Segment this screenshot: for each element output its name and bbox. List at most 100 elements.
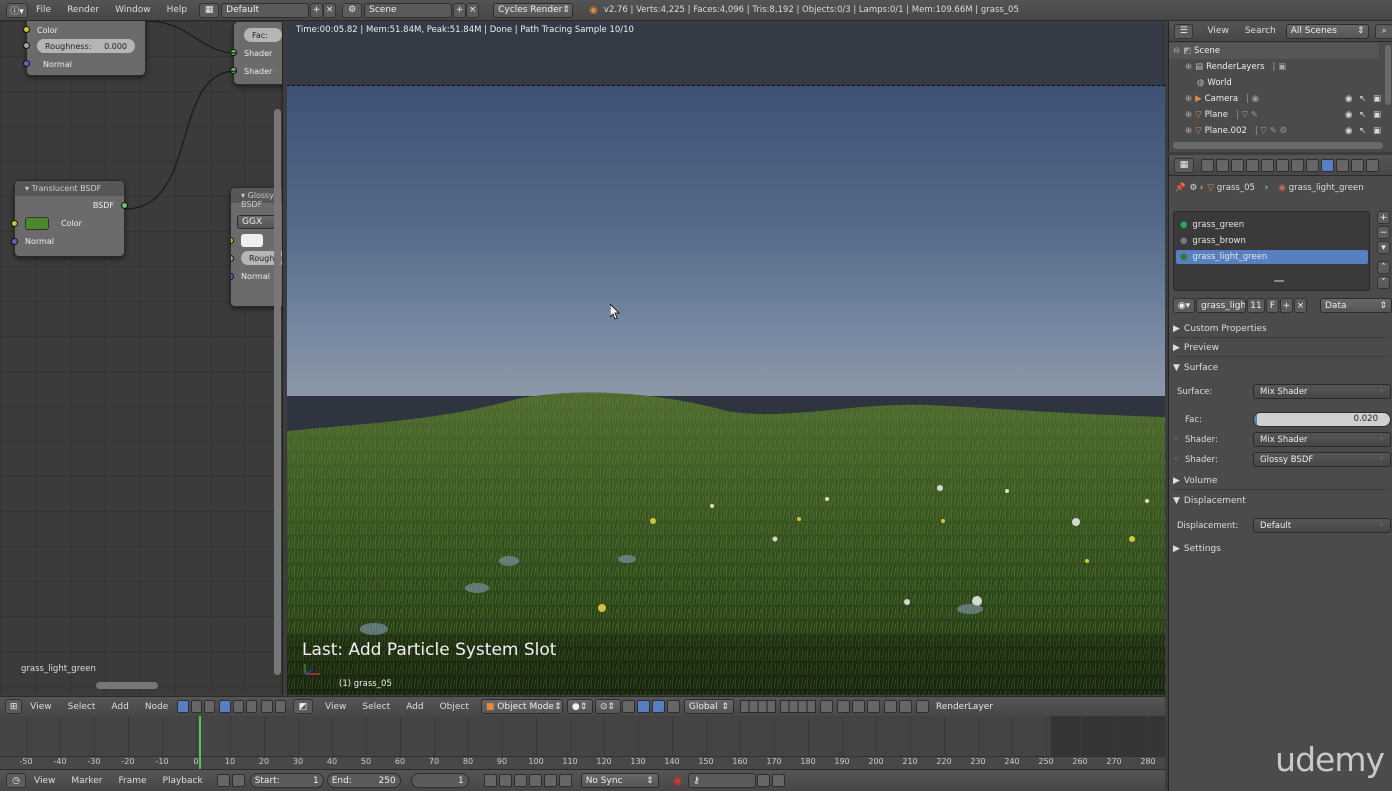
end-frame-field[interactable]: End: 250 — [326, 773, 401, 788]
proportional-edit-icon[interactable] — [836, 700, 850, 713]
timeline-menu-frame[interactable]: Frame — [110, 776, 154, 786]
layers-grid-1[interactable] — [739, 700, 776, 713]
move-down-button[interactable]: ˅ — [1377, 276, 1390, 289]
render-layer-label[interactable]: RenderLayer — [936, 702, 993, 712]
select-cursor-icon[interactable]: ↖ — [1359, 126, 1366, 136]
horizontal-scrollbar[interactable] — [96, 682, 158, 689]
viewport-menu-select[interactable]: Select — [354, 702, 398, 712]
start-frame-field[interactable]: Start: 1 — [249, 773, 324, 788]
shader2-socket-icon[interactable]: ◦ — [1173, 455, 1178, 465]
color-swatch[interactable] — [25, 216, 49, 230]
tab-data-icon[interactable] — [1306, 158, 1319, 172]
render-icon[interactable]: ▣ — [1373, 110, 1381, 120]
material-slot[interactable]: ● grass_brown — [1176, 234, 1368, 248]
glossy-color-swatch[interactable] — [241, 233, 263, 247]
play-reverse-icon[interactable] — [513, 774, 527, 787]
render-engine-select[interactable]: Cycles Render ⇕ — [493, 2, 574, 18]
tab-scene-icon[interactable] — [1231, 158, 1244, 172]
glossy-normal-socket[interactable] — [231, 273, 234, 280]
section-displacement[interactable]: ▼ Displacement — [1173, 492, 1389, 509]
timeline[interactable]: -50 -40 -30 -20 -10 0 10 20 30 40 50 60 70 80 90 100 110… — [0, 716, 1165, 769]
add-layout-icon[interactable]: + — [310, 2, 324, 18]
fake-user-button[interactable]: F — [1266, 298, 1279, 313]
snap-icon[interactable] — [274, 700, 286, 713]
section-volume[interactable]: ▶ Volume — [1173, 473, 1389, 490]
tab-world-icon[interactable] — [1246, 158, 1259, 172]
bsdf-output-socket[interactable] — [121, 202, 128, 209]
editor-type-info-icon[interactable]: ⓘ▾ — [6, 2, 28, 18]
frame-ruler[interactable] — [0, 756, 1165, 769]
play-icon[interactable] — [528, 774, 542, 787]
material-browse-icon[interactable] — [261, 700, 273, 713]
tab-texture-icon[interactable] — [1336, 158, 1349, 172]
material-slot[interactable]: ● grass_green — [1176, 218, 1368, 232]
snap-toggle-icon[interactable] — [851, 700, 865, 713]
glossy-roughness-socket[interactable] — [231, 255, 234, 262]
distribution-select[interactable]: GGX — [237, 215, 279, 229]
outliner[interactable]: ☰ View Search All Scenes ⇕ ⌕ ⊖ ◩ Scene ⊕ ▤ Re… — [1168, 21, 1392, 152]
users-count[interactable]: 11 — [1247, 298, 1265, 313]
menu-help[interactable]: Help — [159, 5, 196, 15]
outliner-item-world[interactable]: ◍ World — [1169, 75, 1379, 91]
displacement-select[interactable]: Default ◦ — [1253, 518, 1391, 533]
pivot-point-select[interactable]: ⊙⇕ — [594, 699, 621, 714]
render-icon[interactable]: ▣ — [1373, 94, 1381, 104]
compositing-nodes-icon[interactable] — [190, 700, 202, 713]
shader2-select[interactable]: Glossy BSDF ◦ — [1253, 452, 1391, 467]
color-socket[interactable] — [11, 220, 18, 227]
scene-icon[interactable]: ⚙ — [342, 2, 363, 18]
shader1-socket-icon[interactable]: ◦ — [1173, 435, 1178, 445]
visibility-eye-icon[interactable]: ◉ — [1345, 126, 1352, 136]
opengl-anim-icon[interactable] — [898, 700, 912, 713]
tab-constraints-icon[interactable] — [1276, 158, 1289, 172]
opengl-render-icon[interactable] — [883, 700, 897, 713]
link-select[interactable]: Data ⇕ — [1320, 298, 1392, 313]
viewport-menu-view[interactable]: View — [317, 702, 354, 712]
tab-physics-icon[interactable] — [1366, 158, 1379, 172]
tab-object-icon[interactable] — [1261, 158, 1274, 172]
properties-editor-icon[interactable]: ▦ — [1174, 157, 1194, 173]
snap-element-icon[interactable] — [866, 700, 880, 713]
next-keyframe-icon[interactable] — [543, 774, 557, 787]
viewport-menu-object[interactable]: Object — [432, 702, 477, 712]
menu-render[interactable]: Render — [59, 5, 107, 15]
scene-field[interactable]: Scene — [364, 2, 453, 18]
move-up-button[interactable]: ˄ — [1377, 261, 1390, 274]
section-custom-properties[interactable]: ▶ Custom Properties — [1173, 321, 1389, 338]
menu-file[interactable]: File — [28, 5, 59, 15]
outliner-item-plane-002[interactable]: ⊕ ▽ Plane.002 | ▽ ✎ ⚙ ◉ ↖ ▣ — [1169, 123, 1381, 139]
remove-slot-button[interactable]: − — [1377, 226, 1390, 239]
tab-modifiers-icon[interactable] — [1291, 158, 1304, 172]
visibility-eye-icon[interactable]: ◉ — [1345, 94, 1352, 104]
screen-layout-field[interactable]: Default — [221, 2, 310, 18]
insert-keyframe-icon[interactable] — [757, 774, 771, 787]
current-frame-indicator[interactable] — [199, 716, 201, 769]
jump-end-icon[interactable] — [558, 774, 572, 787]
add-scene-icon[interactable]: + — [453, 2, 467, 18]
vertical-scrollbar[interactable] — [274, 109, 281, 675]
lock-layers-icon[interactable] — [819, 700, 833, 713]
timeline-menu-playback[interactable]: Playback — [155, 776, 211, 786]
browse-material-icon[interactable]: ◉▾ — [1173, 298, 1195, 313]
select-cursor-icon[interactable]: ↖ — [1359, 94, 1366, 104]
select-cursor-icon[interactable]: ↖ — [1359, 110, 1366, 120]
section-surface[interactable]: ▼ Surface — [1173, 359, 1389, 376]
layers-grid-2[interactable] — [779, 700, 816, 713]
translucent-bsdf-node[interactable]: ▾ Translucent BSDF BSDF Color Normal — [11, 180, 128, 257]
translate-manipulator-icon[interactable] — [636, 700, 650, 713]
shader1-select[interactable]: Mix Shader ◦ — [1253, 432, 1391, 447]
timeline-menu-marker[interactable]: Marker — [63, 776, 110, 786]
viewport-shading-select[interactable]: ●⇕ — [566, 699, 593, 714]
outliner-menu-search[interactable]: Search — [1237, 26, 1284, 36]
transform-orientation-select[interactable]: Global ⇕ — [683, 699, 734, 714]
outliner-search-icon[interactable]: ⌕ — [1375, 23, 1392, 39]
outliner-item-camera[interactable]: ⊕ ▶ Camera | ◉ ◉ ↖ ▣ — [1169, 91, 1381, 107]
shader-nodes-icon[interactable] — [177, 700, 189, 713]
list-resize-grip[interactable] — [1274, 280, 1284, 282]
add-slot-button[interactable]: + — [1377, 211, 1390, 224]
viewport-editor-type-icon[interactable]: ◩ — [293, 699, 313, 714]
render-layer-icon[interactable] — [915, 700, 929, 713]
jump-start-icon[interactable] — [483, 774, 497, 787]
properties-editor[interactable]: ▦ 📌 ⚙ › ▽ grass_05 › ◉ grass_light_green ● gras… — [1168, 155, 1392, 791]
tab-particles-icon[interactable] — [1351, 158, 1364, 172]
